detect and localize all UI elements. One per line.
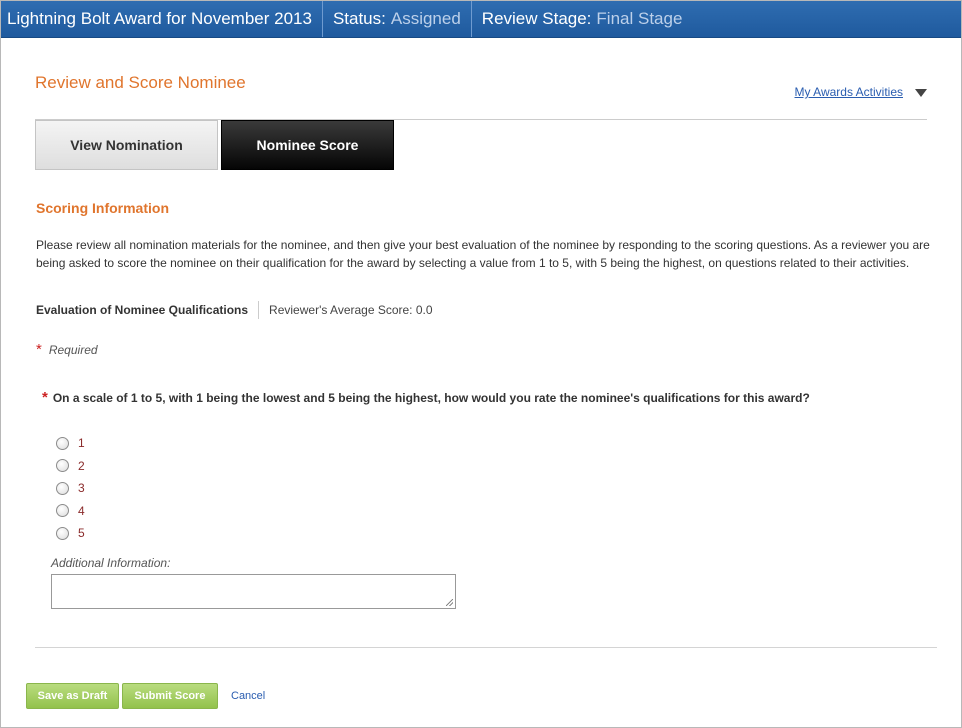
required-asterisk: *	[36, 341, 42, 358]
evaluation-label: Evaluation of Nominee Qualifications	[36, 303, 249, 317]
score-options: 1 2 3 4 5	[56, 432, 85, 545]
award-title: Lightning Bolt Award for November 2013	[7, 9, 312, 28]
required-text: Required	[48, 342, 98, 357]
my-awards-activities-link[interactable]: My Awards Activities	[795, 85, 903, 99]
tab-label: View Nomination	[70, 137, 183, 153]
radio-button[interactable]	[56, 526, 69, 540]
option-label: 1	[78, 436, 85, 451]
tab-nominee-score[interactable]: Nominee Score	[221, 120, 394, 170]
score-question: * On a scale of 1 to 5, with 1 being the…	[42, 389, 810, 406]
submit-score-button[interactable]: Submit Score	[122, 683, 218, 709]
chevron-down-icon[interactable]	[915, 89, 927, 97]
score-option-1[interactable]: 1	[56, 432, 85, 455]
score-option-3[interactable]: 3	[56, 477, 85, 500]
question-text: On a scale of 1 to 5, with 1 being the l…	[52, 391, 810, 405]
status-segment: Status: Assigned	[323, 1, 472, 37]
radio-button[interactable]	[56, 436, 69, 450]
option-label: 2	[78, 458, 85, 473]
average-score: Reviewer's Average Score: 0.0	[269, 303, 433, 317]
awards-activities-menu[interactable]: My Awards Activities	[795, 85, 927, 99]
radio-button[interactable]	[56, 504, 69, 518]
resize-handle-icon[interactable]	[446, 599, 453, 606]
award-title-segment: Lightning Bolt Award for November 2013	[1, 1, 323, 37]
page-title: Review and Score Nominee	[35, 73, 246, 92]
scoring-description: Please review all nomination materials f…	[36, 238, 930, 270]
tab-view-nomination[interactable]: View Nomination	[35, 120, 218, 170]
tab-label: Nominee Score	[256, 137, 359, 153]
award-header-bar: Lightning Bolt Award for November 2013 S…	[1, 1, 961, 38]
option-label: 5	[78, 526, 85, 541]
radio-button[interactable]	[56, 459, 69, 473]
status-value: Assigned	[390, 9, 461, 28]
cancel-link[interactable]: Cancel	[231, 690, 265, 702]
additional-info-textarea[interactable]	[51, 574, 456, 609]
divider	[258, 301, 260, 319]
app-frame: Lightning Bolt Award for November 2013 S…	[0, 0, 962, 728]
required-note: * Required	[36, 341, 98, 358]
score-option-2[interactable]: 2	[56, 455, 85, 478]
section-title: Scoring Information	[36, 200, 169, 216]
option-label: 4	[78, 503, 85, 518]
review-stage-value: Final Stage	[596, 9, 683, 28]
score-option-5[interactable]: 5	[56, 522, 85, 545]
review-stage-label: Review Stage:	[481, 9, 592, 28]
save-as-draft-button[interactable]: Save as Draft	[26, 683, 119, 709]
additional-info-label: Additional Information:	[51, 556, 171, 570]
radio-button[interactable]	[56, 481, 69, 495]
score-option-4[interactable]: 4	[56, 500, 85, 523]
evaluation-row: Evaluation of Nominee Qualifications Rev…	[36, 301, 433, 319]
review-stage-segment: Review Stage: Final Stage	[472, 1, 693, 37]
status-label: Status:	[332, 9, 386, 28]
option-label: 3	[78, 481, 85, 496]
required-asterisk: *	[42, 389, 48, 406]
footer-divider	[35, 647, 937, 648]
